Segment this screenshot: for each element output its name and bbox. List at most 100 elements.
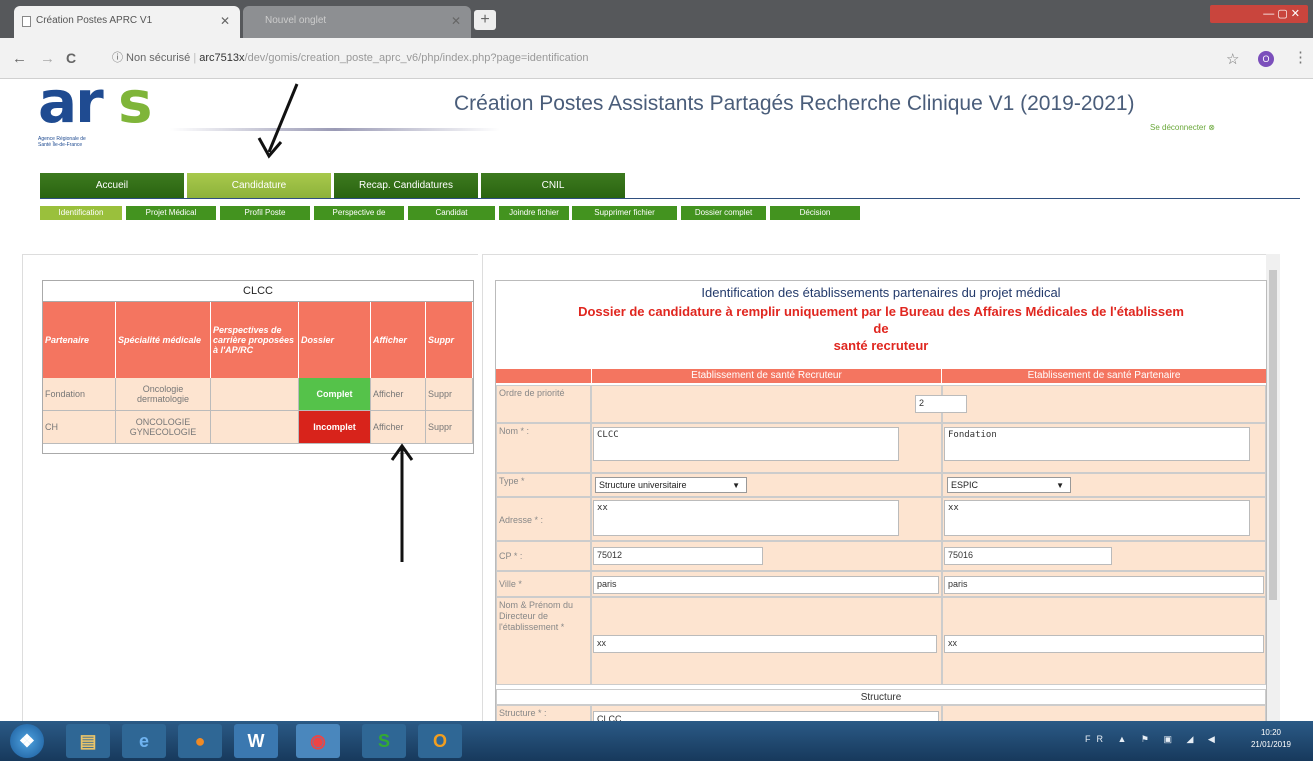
chrome-icon[interactable]: ◉ <box>296 724 340 758</box>
directeur-recruteur-input[interactable]: xx <box>593 635 937 653</box>
submenu-projet-medical[interactable]: Projet Médical <box>126 206 216 220</box>
logo-subtext: Agence Régionale de Santé Île-de-France <box>38 136 86 148</box>
file-explorer-icon[interactable]: ▤ <box>66 724 110 758</box>
status-badge-complet: Complet <box>299 378 371 411</box>
cell-ordre-empty <box>942 385 1266 423</box>
afficher-link[interactable]: Afficher <box>371 378 426 411</box>
url-path: /dev/gomis/creation_poste_aprc_v6/php/in… <box>244 52 589 64</box>
table-title: CLCC <box>43 281 473 302</box>
ordre-input[interactable]: 2 <box>915 395 967 413</box>
menu-cnil[interactable]: CNIL <box>481 173 625 198</box>
cell-specialite: Oncologie dermatologie <box>116 378 211 411</box>
cp-partenaire-input[interactable]: 75016 <box>944 547 1112 565</box>
type-partenaire-value: ESPIC <box>951 480 979 490</box>
form-title: Identification des établissements parten… <box>701 285 1061 300</box>
submenu-dossier-complet[interactable]: Dossier complet <box>681 206 766 220</box>
label-cp: CP * : <box>496 541 591 571</box>
cell-specialite: ONCOLOGIE GYNECOLOGIE <box>116 411 211 444</box>
forward-icon[interactable]: → <box>40 50 55 67</box>
directeur-partenaire-input[interactable]: xx <box>944 635 1264 653</box>
clock-date: 21/01/2019 <box>1250 740 1292 749</box>
nom-recruteur-textarea[interactable]: CLCC <box>593 427 899 461</box>
start-button[interactable]: ❖ <box>10 724 44 758</box>
submenu-supprimer-fichier[interactable]: Supprimer fichier <box>572 206 677 220</box>
scrollbar-thumb[interactable] <box>1269 270 1277 600</box>
ville-recruteur-input[interactable]: paris <box>593 576 939 594</box>
logout-link[interactable]: Se déconnecter ⊗ <box>1150 123 1215 132</box>
suppr-link[interactable]: Suppr <box>426 378 473 411</box>
firefox-icon[interactable]: ● <box>178 724 222 758</box>
col-header-dossier: Dossier <box>299 302 371 378</box>
cell-perspectives <box>211 378 299 411</box>
close-tab-icon[interactable]: ✕ <box>451 6 461 36</box>
system-tray[interactable]: FR ▲ ⚑ ▣ ◢ ◀ <box>1085 734 1221 745</box>
page-icon <box>22 16 31 27</box>
nom-partenaire-textarea[interactable]: Fondation <box>944 427 1250 461</box>
menu-candidature[interactable]: Candidature <box>187 173 331 198</box>
chevron-down-icon: ▼ <box>1056 481 1064 490</box>
bookmark-star-icon[interactable]: ☆ <box>1226 50 1239 68</box>
ville-partenaire-input[interactable]: paris <box>944 576 1264 594</box>
word-icon[interactable]: W <box>234 724 278 758</box>
label-adresse: Adresse * : <box>496 497 591 541</box>
col-header-recruteur: Etablissement de santé Recruteur <box>592 369 941 383</box>
form-warning-line3: santé recruteur <box>833 338 929 353</box>
chevron-down-icon: ▼ <box>732 481 740 490</box>
reload-icon[interactable]: C <box>66 50 76 66</box>
menu-recap-candidatures[interactable]: Recap. Candidatures <box>334 173 478 198</box>
annotation-arrow-up <box>390 443 414 562</box>
new-tab-button[interactable]: + <box>474 10 496 30</box>
tab-nouvel-onglet[interactable]: Nouvel onglet ✕ <box>243 6 471 38</box>
adresse-partenaire-textarea[interactable]: xx <box>944 500 1250 536</box>
address-bar[interactable]: ⓘ Non sécurisé | arc7513x/dev/gomis/crea… <box>112 46 1252 70</box>
browser-toolbar: ← → C ⓘ Non sécurisé | arc7513x/dev/gomi… <box>0 38 1313 79</box>
logo-ar: ar <box>38 68 104 136</box>
cell-partenaire: CH <box>43 411 116 444</box>
label-structure: Structure * : <box>496 705 591 721</box>
close-tab-icon[interactable]: ✕ <box>220 6 230 36</box>
col-header-partenaire: Partenaire <box>43 302 116 378</box>
tab-label: Nouvel onglet <box>265 15 327 26</box>
app-s-icon[interactable]: S <box>362 724 406 758</box>
col-header-suppr: Suppr <box>426 302 473 378</box>
url-host: arc7513x <box>199 52 245 64</box>
back-icon[interactable]: ← <box>12 50 27 67</box>
col-header-partenaire: Etablissement de santé Partenaire <box>942 369 1266 383</box>
ars-logo: ar s Agence Régionale de Santé Île-de-Fr… <box>34 68 174 150</box>
submenu-decision[interactable]: Décision <box>770 206 860 220</box>
suppr-link[interactable]: Suppr <box>426 411 473 444</box>
label-directeur: Nom & Prénom du Directeur de l'établisse… <box>496 597 591 685</box>
type-recruteur-value: Structure universitaire <box>599 480 687 490</box>
taskbar-clock[interactable]: 10:20 21/01/2019 <box>1238 727 1304 751</box>
tab-label: Création Postes APRC V1 <box>36 15 153 26</box>
outlook-icon[interactable]: O <box>418 724 462 758</box>
submenu-identification[interactable]: Identification <box>40 206 122 220</box>
internet-explorer-icon[interactable]: e <box>122 724 166 758</box>
window-controls[interactable]: — ▢ ✕ <box>1210 5 1308 23</box>
logo-s: s <box>118 68 153 136</box>
label-type: Type * <box>496 473 591 497</box>
afficher-link[interactable]: Afficher <box>371 411 426 444</box>
submenu-perspective[interactable]: Perspective de <box>314 206 404 220</box>
submenu-joindre-fichier[interactable]: Joindre fichier <box>499 206 569 220</box>
cell-ordre <box>591 385 942 423</box>
type-recruteur-select[interactable]: Structure universitaire ▼ <box>595 477 747 493</box>
label-ordre: Ordre de priorité <box>496 385 591 423</box>
right-panel-scrollbar[interactable] <box>1266 254 1280 724</box>
adresse-recruteur-textarea[interactable]: xx <box>593 500 899 536</box>
col-header-specialite: Spécialité médicale <box>116 302 211 378</box>
submenu-candidat[interactable]: Candidat <box>408 206 495 220</box>
type-partenaire-select[interactable]: ESPIC ▼ <box>947 477 1071 493</box>
form-warning: Dossier de candidature à remplir uniquem… <box>496 303 1266 354</box>
submenu-profil-poste[interactable]: Profil Poste <box>220 206 310 220</box>
menu-accueil[interactable]: Accueil <box>40 173 184 198</box>
status-badge-incomplet: Incomplet <box>299 411 371 444</box>
cell-partenaire: Fondation <box>43 378 116 411</box>
col-header-perspectives: Perspectives de carrière proposées à l'A… <box>211 302 299 378</box>
security-indicator[interactable]: ⓘ Non sécurisé <box>112 52 190 64</box>
tab-creation-postes[interactable]: Création Postes APRC V1 ✕ <box>14 6 240 38</box>
profile-avatar[interactable]: O <box>1258 51 1274 67</box>
form-warning-line2: de <box>873 321 889 336</box>
cp-recruteur-input[interactable]: 75012 <box>593 547 763 565</box>
browser-menu-icon[interactable]: ⋮ <box>1293 48 1308 66</box>
